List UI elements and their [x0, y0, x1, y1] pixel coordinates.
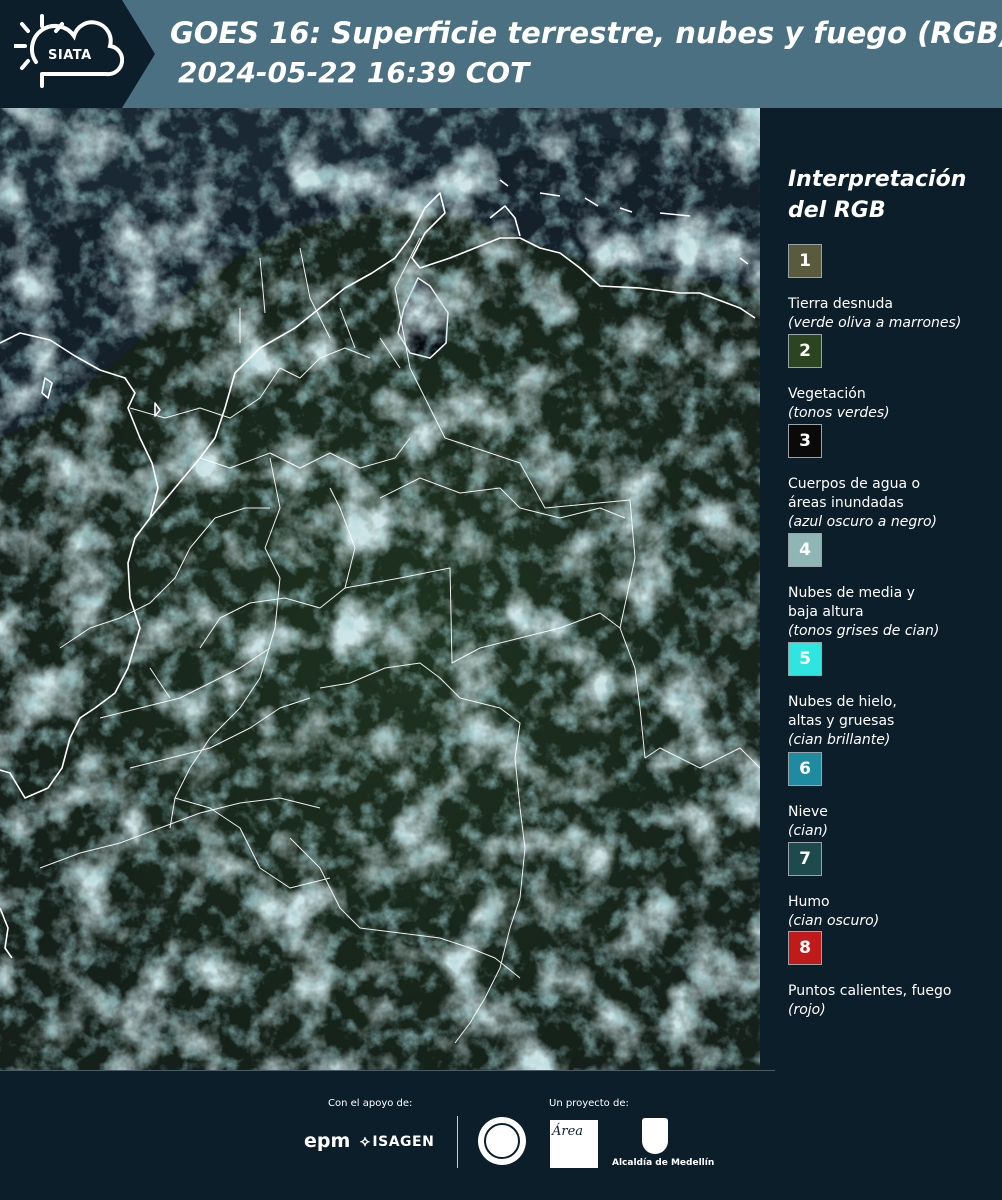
legend-item-description: (tonos verdes): [788, 405, 890, 421]
legend-item-vegetation: 2 Vegetación (tonos verdes): [788, 334, 998, 423]
project-label: Un proyecto de:: [549, 1098, 629, 1109]
legend-swatch: 8: [788, 931, 822, 965]
support-label: Con el apoyo de:: [328, 1098, 413, 1109]
legend-swatch: 6: [788, 752, 822, 786]
area-metropolitana-logo: Área: [550, 1120, 598, 1168]
legend-item-snow: 6 Nieve (cian): [788, 752, 998, 841]
footer: Con el apoyo de: Un proyecto de: epm ⟡ IS…: [0, 1070, 1002, 1200]
medellin-shield-icon: [642, 1118, 668, 1154]
isagen-logo: ⟡ ISAGEN: [360, 1132, 434, 1150]
legend-item-low-clouds: 4 Nubes de media y baja altura (tonos gr…: [788, 533, 998, 641]
legend-item-fire: 8 Puntos calientes, fuego (rojo): [788, 931, 998, 1020]
isagen-logo-text: ISAGEN: [372, 1134, 435, 1150]
legend-item-description: (verde oliva a marrones): [788, 315, 962, 331]
legend-swatch: 4: [788, 533, 822, 567]
legend-item-description: (azul oscuro a negro): [788, 514, 937, 530]
satellite-map: [0, 108, 760, 1070]
legend-item-name: Humo: [788, 894, 830, 910]
legend-item-name: Vegetación: [788, 386, 866, 402]
legend-item-ice-clouds: 5 Nubes de hielo, altas y gruesas (cian …: [788, 642, 998, 750]
legend-swatch: 1: [788, 244, 822, 278]
rgb-composite-image: [0, 108, 760, 1070]
legend-swatch: 2: [788, 334, 822, 368]
legend-swatch: 3: [788, 424, 822, 458]
header-bar: SIATA GOES 16: Superficie terrestre, nub…: [0, 0, 1002, 108]
legend-panel: Interpretación del RGB 1 Tierra desnuda …: [760, 108, 1002, 1070]
legend-item-description: (tonos grises de cian): [788, 623, 940, 639]
legend-item-name: Nubes de hielo, altas y gruesas: [788, 694, 897, 729]
legend-item-name: Nieve: [788, 804, 828, 820]
legend-title: Interpretación del RGB: [788, 167, 967, 223]
footer-divider: [0, 1070, 775, 1071]
legend-swatch: 7: [788, 842, 822, 876]
timestamp: 2024-05-22 16:39 COT: [178, 56, 530, 89]
legend-item-description: (cian): [788, 823, 828, 839]
legend-item-description: (cian oscuro): [788, 913, 880, 929]
alcaldia-medellin-logo: Alcaldía de Medellín: [612, 1158, 715, 1168]
page-title: GOES 16: Superficie terrestre, nubes y f…: [170, 16, 1002, 50]
university-seal-logo: [478, 1117, 526, 1165]
siata-logo: SIATA: [0, 0, 155, 108]
seal-ring: [484, 1123, 520, 1159]
legend-item-description: (cian brillante): [788, 732, 891, 748]
legend-item-description: (rojo): [788, 1002, 826, 1018]
logo-text: SIATA: [48, 48, 92, 63]
legend-item-bare-land: 1 Tierra desnuda (verde oliva a marrones…: [788, 244, 998, 333]
legend-item-name: Nubes de media y baja altura: [788, 585, 915, 620]
legend-swatch: 5: [788, 642, 822, 676]
area-logo-text: Área: [552, 1124, 584, 1139]
logo-divider: [457, 1116, 458, 1168]
epm-logo: epm: [304, 1130, 351, 1152]
legend-item-smoke: 7 Humo (cian oscuro): [788, 842, 998, 931]
isagen-mark-icon: ⟡: [360, 1132, 371, 1150]
legend-item-name: Tierra desnuda: [788, 296, 893, 312]
legend-item-water: 3 Cuerpos de agua o áreas inundadas (azu…: [788, 424, 998, 532]
legend-item-name: Puntos calientes, fuego: [788, 983, 952, 999]
legend-item-name: Cuerpos de agua o áreas inundadas: [788, 476, 921, 511]
